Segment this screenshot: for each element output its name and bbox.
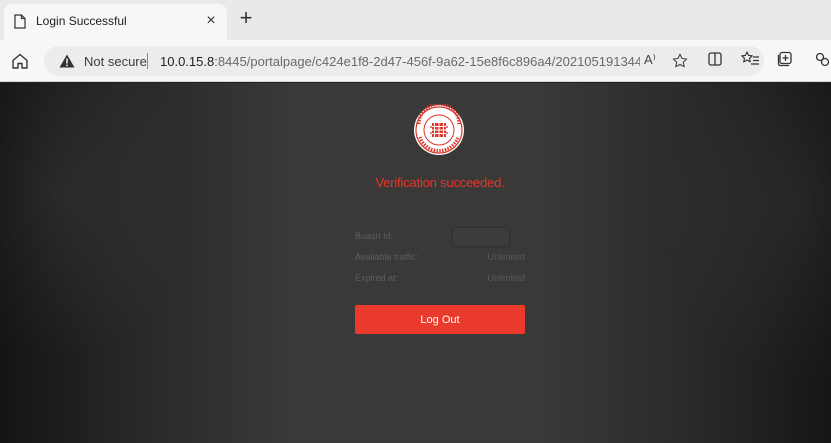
extensions-icon[interactable] <box>813 50 831 73</box>
field-row-expired-at: Expired at: Unlimited <box>355 270 525 286</box>
url-path: :8445/portalpage/c424e1f8-2d47-456f-9a62… <box>214 54 640 69</box>
url-host: 10.0.15.8 <box>160 54 215 69</box>
field-label: Available traffic: <box>355 252 419 262</box>
field-value: Unlimited <box>487 273 525 283</box>
address-divider <box>147 53 148 69</box>
verification-message: Verification succeeded. <box>375 175 505 190</box>
favorite-star-icon[interactable] <box>672 53 688 74</box>
university-logo <box>413 102 465 156</box>
portal-page: Verification succeeded. Buasri Id: Avail… <box>0 83 831 443</box>
url-text[interactable]: 10.0.15.8:8445/portalpage/c424e1f8-2d47-… <box>160 54 640 69</box>
field-row-available-traffic: Available traffic: Unlimited <box>355 249 525 265</box>
field-label: Buasri Id: <box>355 231 394 241</box>
read-aloud-icon[interactable]: A⁾ <box>644 52 656 68</box>
security-status[interactable]: Not secure <box>84 54 147 69</box>
tab-login-successful[interactable]: Login Successful × <box>4 4 227 40</box>
page-icon <box>14 14 26 34</box>
tab-title: Login Successful <box>36 14 127 28</box>
warning-icon[interactable] <box>59 54 75 73</box>
tab-strip: Login Successful × + <box>0 0 831 40</box>
collections-icon[interactable] <box>776 50 794 73</box>
close-tab-icon[interactable]: × <box>200 10 222 32</box>
redacted-value <box>453 228 509 246</box>
split-screen-icon[interactable] <box>706 50 724 73</box>
field-row-buasri-id: Buasri Id: <box>355 228 525 246</box>
new-tab-button[interactable]: + <box>233 6 259 32</box>
address-bar[interactable]: Not secure 10.0.15.8:8445/portalpage/c42… <box>44 46 764 76</box>
favorites-icon[interactable] <box>740 50 760 73</box>
home-icon[interactable] <box>10 51 30 71</box>
field-label: Expired at: <box>355 273 399 283</box>
field-value: Unlimited <box>487 252 525 262</box>
logout-button[interactable]: Log Out <box>355 305 525 334</box>
